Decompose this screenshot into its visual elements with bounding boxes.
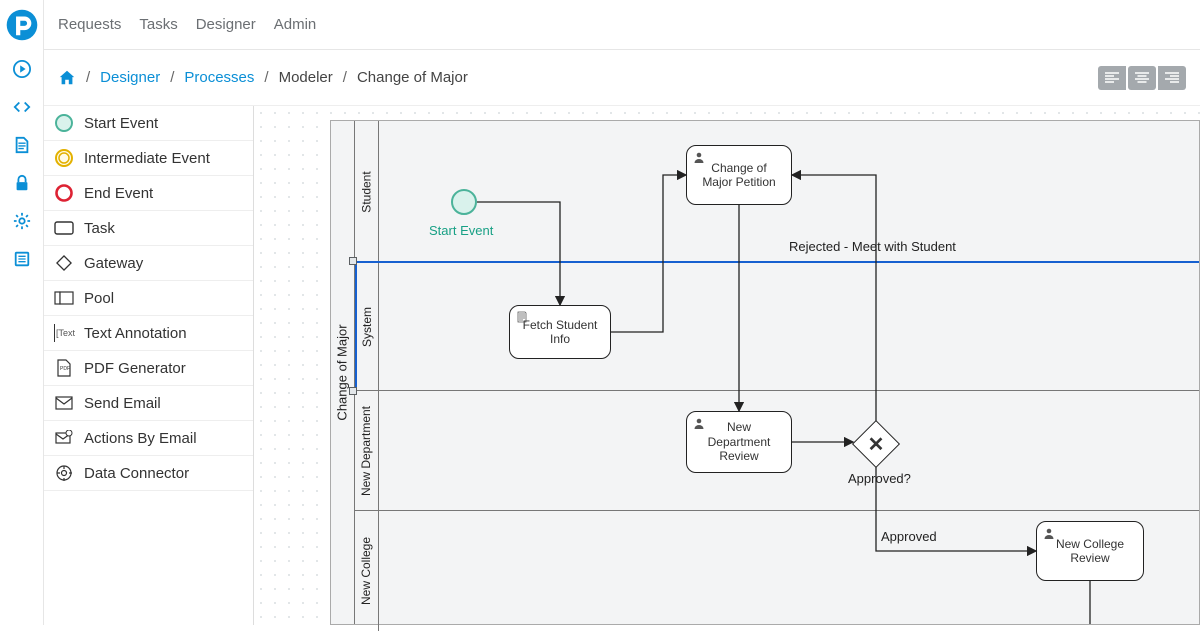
crumb-processes[interactable]: Processes	[184, 69, 254, 86]
breadcrumb-bar: / Designer / Processes / Modeler / Chang…	[44, 50, 1200, 106]
nav-requests[interactable]: Requests	[58, 16, 121, 33]
user-task-icon	[693, 417, 705, 432]
rail-play-icon[interactable]	[0, 50, 44, 88]
pool-icon	[54, 289, 74, 307]
palette-intermediate-event[interactable]: Intermediate Event	[44, 141, 253, 176]
svg-text:PDF: PDF	[60, 366, 70, 372]
pdf-icon: PDF	[54, 359, 74, 377]
pool-header[interactable]: Change of Major	[331, 121, 355, 624]
crumb-current: Change of Major	[357, 69, 468, 86]
pool-title: Change of Major	[335, 324, 350, 420]
align-center-button[interactable]	[1128, 66, 1156, 90]
palette-label: End Event	[84, 185, 153, 202]
rail-document-icon[interactable]	[0, 126, 44, 164]
start-event-icon	[54, 114, 74, 132]
palette-label: Data Connector	[84, 465, 189, 482]
lane-label: New College	[355, 511, 379, 631]
node-fetch-student-info[interactable]: Fetch Student Info	[509, 305, 611, 359]
flow-label-rejected: Rejected - Meet with Student	[789, 239, 956, 254]
palette-label: Task	[84, 220, 115, 237]
node-change-petition[interactable]: Change of Major Petition	[686, 145, 792, 205]
align-right-button[interactable]	[1158, 66, 1186, 90]
breadcrumb-sep: /	[86, 69, 90, 86]
breadcrumb-sep: /	[264, 69, 268, 86]
nav-admin[interactable]: Admin	[274, 16, 317, 33]
node-label: New College Review	[1056, 537, 1124, 566]
lane-label: New Department	[355, 391, 379, 510]
intermediate-event-icon	[54, 149, 74, 167]
palette-text-annotation[interactable]: [Text Text Annotation	[44, 316, 253, 351]
palette-label: Gateway	[84, 255, 143, 272]
crumb-designer[interactable]: Designer	[100, 69, 160, 86]
start-event-label: Start Event	[429, 223, 493, 238]
nav-tasks[interactable]: Tasks	[139, 16, 177, 33]
palette-gateway[interactable]: Gateway	[44, 246, 253, 281]
email-icon	[54, 394, 74, 412]
palette-data-connector[interactable]: Data Connector	[44, 456, 253, 491]
palette-label: Intermediate Event	[84, 150, 210, 167]
text-annotation-icon: [Text	[54, 324, 74, 342]
palette-task[interactable]: Task	[44, 211, 253, 246]
crumb-modeler: Modeler	[279, 69, 333, 86]
task-icon	[54, 219, 74, 237]
breadcrumb: / Designer / Processes / Modeler / Chang…	[58, 69, 468, 87]
actions-email-icon	[54, 429, 74, 447]
node-label: Fetch Student Info	[523, 318, 598, 347]
app-rail	[0, 0, 44, 625]
palette-actions-by-email[interactable]: Actions By Email	[44, 421, 253, 456]
rail-code-icon[interactable]	[0, 88, 44, 126]
align-left-button[interactable]	[1098, 66, 1126, 90]
node-label: Change of Major Petition	[702, 161, 775, 190]
rail-list-icon[interactable]	[0, 240, 44, 278]
toolbar-align-group	[1098, 66, 1186, 90]
palette-pdf-generator[interactable]: PDF PDF Generator	[44, 351, 253, 386]
user-task-icon	[693, 151, 705, 166]
nav-designer[interactable]: Designer	[196, 16, 256, 33]
end-event-icon	[54, 184, 74, 202]
lane-label: System	[355, 263, 379, 390]
rail-lock-icon[interactable]	[0, 164, 44, 202]
node-start-event[interactable]	[451, 189, 477, 215]
palette-send-email[interactable]: Send Email	[44, 386, 253, 421]
lane-label: Student	[355, 121, 379, 262]
node-label: New Department Review	[708, 420, 771, 463]
bpmn-canvas[interactable]: Change of Major Student System New Depar…	[330, 120, 1200, 625]
node-new-college-review[interactable]: New College Review	[1036, 521, 1144, 581]
palette-label: Text Annotation	[84, 325, 187, 342]
home-icon[interactable]	[58, 69, 76, 87]
palette-label: PDF Generator	[84, 360, 186, 377]
breadcrumb-sep: /	[343, 69, 347, 86]
palette-start-event[interactable]: Start Event	[44, 106, 253, 141]
palette-label: Send Email	[84, 395, 161, 412]
palette-label: Actions By Email	[84, 430, 197, 447]
user-task-icon	[1043, 527, 1055, 542]
palette-end-event[interactable]: End Event	[44, 176, 253, 211]
lane-system[interactable]: System	[355, 263, 1199, 391]
script-task-icon	[516, 311, 528, 326]
flow-label-approved: Approved	[881, 529, 937, 544]
resize-handle[interactable]	[349, 257, 357, 265]
palette-label: Start Event	[84, 115, 158, 132]
rail-settings-icon[interactable]	[0, 202, 44, 240]
resize-handle[interactable]	[349, 387, 357, 395]
app-logo[interactable]	[0, 0, 44, 50]
palette-label: Pool	[84, 290, 114, 307]
node-new-dept-review[interactable]: New Department Review	[686, 411, 792, 473]
breadcrumb-sep: /	[170, 69, 174, 86]
gateway-icon	[54, 254, 74, 272]
top-nav: Requests Tasks Designer Admin	[44, 0, 1200, 50]
element-palette: Start Event Intermediate Event End Event…	[44, 106, 254, 625]
data-connector-icon	[54, 464, 74, 482]
palette-pool[interactable]: Pool	[44, 281, 253, 316]
gateway-label: Approved?	[848, 471, 911, 486]
